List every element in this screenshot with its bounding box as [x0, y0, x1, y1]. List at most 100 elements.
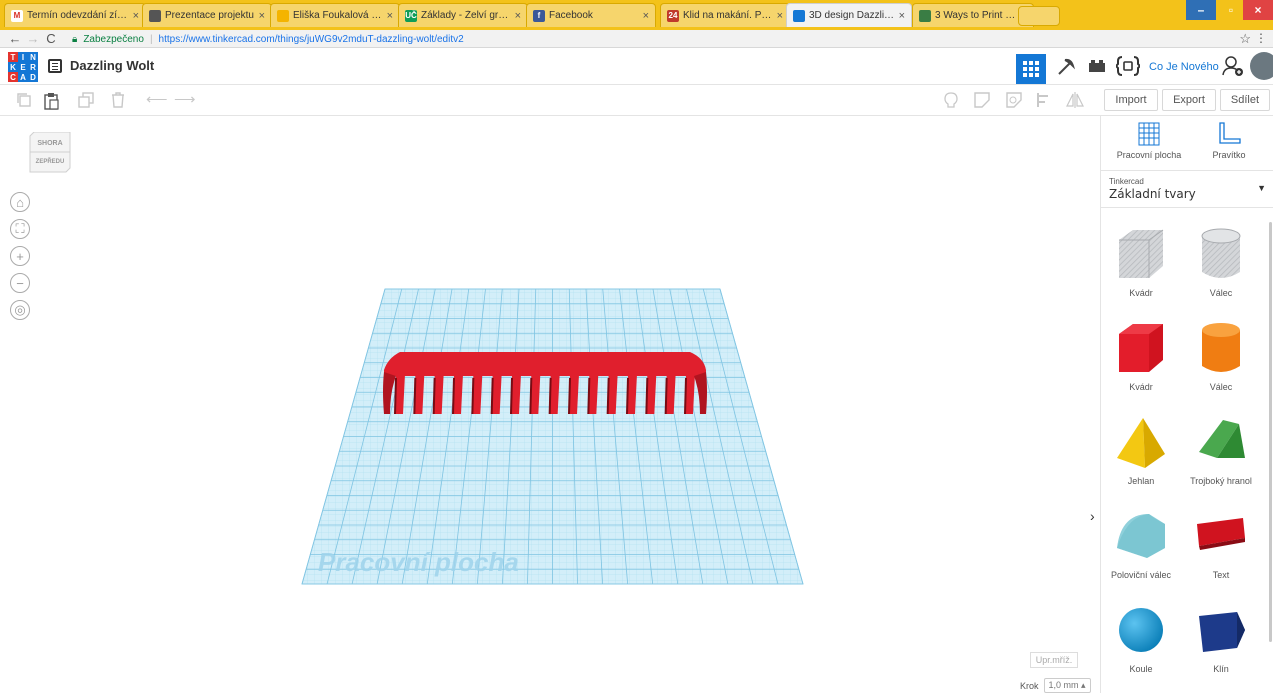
shape-cylinder[interactable]: Válec — [1181, 320, 1261, 400]
comb-object[interactable] — [380, 350, 710, 416]
view-cube-top-label: SHORA — [37, 140, 63, 147]
workplane-grid[interactable] — [300, 286, 805, 586]
panel-scrollbar[interactable] — [1269, 222, 1272, 642]
tab-title: Eliška Foukalová - Prezen — [293, 10, 383, 21]
browser-tab[interactable]: 24 Klid na makání. Proč Bab × — [660, 3, 790, 27]
browser-tab[interactable]: M Termín odevzdání zítra: × — [4, 3, 146, 27]
logo-letter: R — [28, 62, 38, 72]
logo-letter: N — [28, 52, 38, 62]
shape-wedge[interactable]: Klín — [1181, 602, 1261, 682]
pickaxe-icon[interactable] — [1056, 57, 1076, 82]
close-icon[interactable]: × — [777, 10, 783, 22]
tab-title: Prezentace projektu — [165, 10, 254, 21]
grid-view-icon[interactable] — [1016, 54, 1046, 84]
design-list-icon[interactable] — [48, 59, 62, 73]
url-field[interactable]: 🔒︎ Zabezpečeno | https://www.tinkercad.c… — [72, 30, 1252, 48]
ruler-tool-label: Pravítko — [1212, 150, 1246, 160]
edit-grid-button[interactable]: Upr.mříž. — [1030, 652, 1078, 668]
perspective-icon[interactable]: ◎ — [10, 300, 30, 320]
maximize-icon[interactable]: ▫ — [1216, 0, 1246, 20]
copy-icon[interactable] — [16, 92, 32, 108]
workplane-label: Pracovní plocha — [318, 547, 519, 577]
mirror-icon[interactable] — [1066, 92, 1084, 108]
view-cube[interactable]: SHORA ZEPŘEDU — [28, 132, 72, 180]
facebook-icon: f — [533, 9, 545, 22]
tinkercad-logo[interactable]: T I N K E R C A D — [8, 52, 38, 82]
workplane-viewport[interactable]: SHORA ZEPŘEDU ⌂ ⛶ + − ◎ Pracovní plocha … — [0, 116, 1100, 693]
lock-icon: 🔒︎ — [72, 33, 78, 45]
minimize-icon[interactable]: – — [1186, 0, 1216, 20]
shapes-panel: Pracovní plocha Pravítko Tinkercad Zákla… — [1100, 116, 1273, 693]
shape-text[interactable]: Text — [1181, 508, 1261, 588]
roof-icon — [1199, 420, 1245, 458]
zoom-out-icon[interactable]: − — [10, 273, 30, 293]
shape-library-select[interactable]: Tinkercad Základní tvary ▼ — [1101, 170, 1273, 208]
hole-icon[interactable] — [1006, 92, 1022, 108]
browser-tab[interactable]: f Facebook × — [526, 3, 656, 27]
browser-menu-icon[interactable]: ⋮ — [1255, 31, 1267, 45]
shape-sphere[interactable]: Koule — [1101, 602, 1181, 682]
redo-icon[interactable]: ⟶ — [174, 92, 196, 108]
snap-grid-select[interactable]: 1,0 mm ▴ — [1043, 678, 1091, 693]
half-cylinder-icon — [1117, 514, 1165, 558]
light-bulb-icon[interactable] — [943, 92, 959, 108]
logo-letter: E — [18, 62, 28, 72]
close-icon[interactable]: × — [259, 10, 265, 22]
ruler-tool[interactable]: Pravítko — [1189, 122, 1269, 160]
ucebnice-icon: UČ — [405, 9, 417, 22]
delete-icon[interactable] — [110, 92, 126, 108]
secure-label: Zabezpečeno — [83, 33, 144, 45]
workplane-tool[interactable]: Pracovní plocha — [1109, 122, 1189, 160]
window-close-icon[interactable]: × — [1243, 0, 1273, 20]
share-button[interactable]: Sdílet — [1220, 89, 1270, 111]
paste-icon[interactable] — [43, 92, 59, 110]
shape-label: Poloviční válec — [1110, 570, 1172, 580]
align-icon[interactable] — [1036, 92, 1052, 108]
whats-new-link[interactable]: Co Je Nového — [1149, 61, 1219, 73]
new-tab-button[interactable] — [1018, 6, 1060, 26]
logo-letter: D — [28, 72, 38, 82]
fit-view-icon[interactable]: ⛶ — [10, 219, 30, 239]
browser-tab[interactable]: Prezentace projektu × — [142, 3, 272, 27]
design-title[interactable]: Dazzling Wolt — [70, 58, 154, 73]
undo-icon[interactable]: ⟵ — [146, 92, 168, 108]
shape-pyramid[interactable]: Jehlan — [1101, 414, 1181, 494]
export-button[interactable]: Export — [1162, 89, 1216, 111]
shape-box[interactable]: Kvádr — [1101, 320, 1181, 400]
browser-tab[interactable]: UČ Základy - Želví grafika × — [398, 3, 528, 27]
home-view-icon[interactable]: ⌂ — [10, 192, 30, 212]
browser-tab[interactable]: 3 Ways to Print Screen o × — [912, 3, 1034, 27]
avatar[interactable] — [1250, 52, 1273, 80]
back-arrow-icon[interactable]: ← — [6, 31, 24, 46]
duplicate-icon[interactable] — [78, 92, 94, 108]
close-icon[interactable]: × — [515, 10, 521, 22]
forward-arrow-icon[interactable]: → — [24, 31, 42, 46]
tab-title: 3 Ways to Print Screen o — [935, 10, 1017, 21]
logo-letter: T — [8, 52, 18, 62]
shape-roof[interactable]: Trojboký hranol — [1181, 414, 1261, 494]
reload-icon[interactable]: C — [42, 31, 60, 46]
browser-tab[interactable]: Eliška Foukalová - Prezen × — [270, 3, 400, 27]
close-icon[interactable]: × — [643, 10, 649, 22]
codeblocks-icon[interactable] — [1114, 55, 1142, 82]
close-icon[interactable]: × — [387, 10, 393, 22]
add-user-icon[interactable] — [1222, 55, 1244, 82]
shape-box-hole[interactable]: Kvádr — [1101, 226, 1181, 306]
panel-collapse-chevron-icon[interactable]: › — [1090, 508, 1100, 538]
solid-icon[interactable] — [974, 92, 990, 108]
close-icon[interactable]: × — [133, 10, 139, 22]
zoom-in-icon[interactable]: + — [10, 246, 30, 266]
import-button[interactable]: Import — [1104, 89, 1158, 111]
tinkercad-icon — [793, 9, 805, 22]
bookmark-star-icon[interactable]: ☆ — [1239, 31, 1251, 47]
close-icon[interactable]: × — [899, 10, 905, 22]
shape-half-cylinder[interactable]: Poloviční válec — [1101, 508, 1181, 588]
address-bar: ← → C 🔒︎ Zabezpečeno | https://www.tinke… — [0, 30, 1273, 48]
browser-tab-active[interactable]: 3D design Dazzling Wolt × — [786, 3, 912, 27]
url-separator: | — [149, 33, 153, 45]
shape-cylinder-hole[interactable]: Válec — [1181, 226, 1261, 306]
logo-letter: K — [8, 62, 18, 72]
bricks-icon[interactable] — [1088, 57, 1106, 80]
logo-letter: I — [18, 52, 28, 62]
logo-letter: C — [8, 72, 18, 82]
